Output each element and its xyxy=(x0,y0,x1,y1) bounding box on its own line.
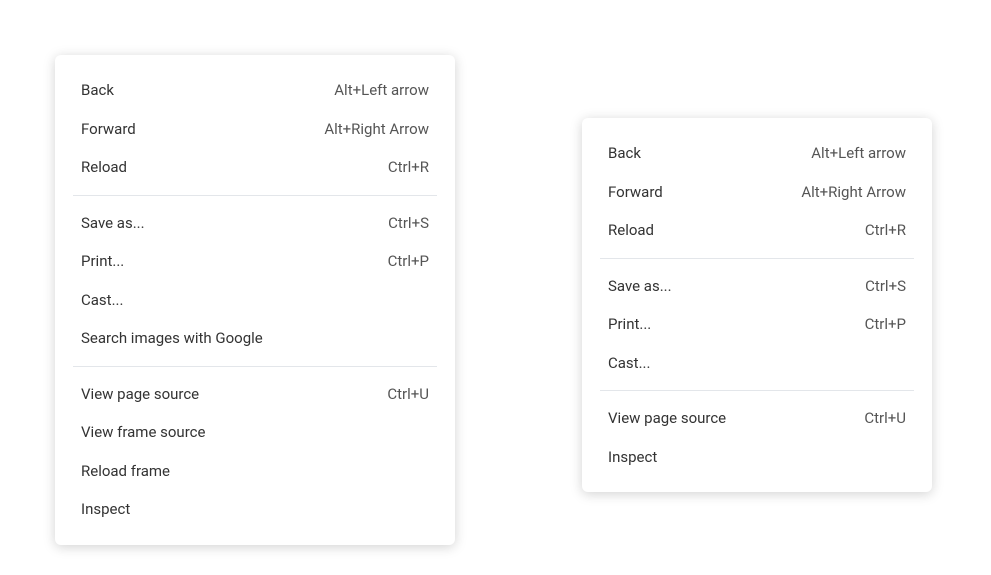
menu-item-back[interactable]: Back Alt+Left arrow xyxy=(582,134,932,173)
menu-item-view-page-source[interactable]: View page source Ctrl+U xyxy=(55,375,455,414)
menu-item-shortcut: Ctrl+P xyxy=(388,250,429,273)
menu-item-save-as[interactable]: Save as... Ctrl+S xyxy=(55,204,455,243)
menu-item-shortcut: Alt+Right Arrow xyxy=(801,181,906,204)
menu-divider xyxy=(73,195,437,196)
menu-divider xyxy=(73,366,437,367)
menu-item-shortcut: Alt+Left arrow xyxy=(334,79,429,102)
menu-item-shortcut: Ctrl+R xyxy=(388,156,429,179)
menu-item-shortcut: Ctrl+U xyxy=(864,407,906,430)
menu-item-label: View page source xyxy=(81,383,199,406)
menu-item-cast[interactable]: Cast... xyxy=(582,344,932,383)
menu-item-reload[interactable]: Reload Ctrl+R xyxy=(582,211,932,250)
menu-item-shortcut: Ctrl+S xyxy=(388,212,429,235)
context-menu-iframe: Back Alt+Left arrow Forward Alt+Right Ar… xyxy=(55,55,455,545)
menu-item-label: Reload frame xyxy=(81,460,170,483)
menu-item-shortcut: Ctrl+U xyxy=(387,383,429,406)
menu-item-shortcut: Ctrl+P xyxy=(865,313,906,336)
menu-item-label: Save as... xyxy=(81,212,145,235)
menu-item-label: Forward xyxy=(608,181,663,204)
menu-divider xyxy=(600,390,914,391)
menu-item-label: Back xyxy=(608,142,641,165)
menu-item-view-page-source[interactable]: View page source Ctrl+U xyxy=(582,399,932,438)
menu-item-label: Print... xyxy=(608,313,651,336)
menu-item-inspect[interactable]: Inspect xyxy=(582,438,932,477)
menu-item-search-images[interactable]: Search images with Google xyxy=(55,319,455,358)
menu-item-label: Back xyxy=(81,79,114,102)
menu-item-print[interactable]: Print... Ctrl+P xyxy=(55,242,455,281)
menu-item-label: Reload xyxy=(608,219,654,242)
menu-item-label: Cast... xyxy=(608,352,650,375)
context-menu-page: Back Alt+Left arrow Forward Alt+Right Ar… xyxy=(582,118,932,492)
menu-item-cast[interactable]: Cast... xyxy=(55,281,455,320)
menu-item-label: Save as... xyxy=(608,275,672,298)
menu-item-reload-frame[interactable]: Reload frame xyxy=(55,452,455,491)
menu-item-label: Inspect xyxy=(608,446,657,469)
menu-item-forward[interactable]: Forward Alt+Right Arrow xyxy=(55,110,455,149)
menu-item-save-as[interactable]: Save as... Ctrl+S xyxy=(582,267,932,306)
menu-item-label: Reload xyxy=(81,156,127,179)
menu-item-reload[interactable]: Reload Ctrl+R xyxy=(55,148,455,187)
menu-item-shortcut: Alt+Left arrow xyxy=(811,142,906,165)
menu-item-shortcut: Alt+Right Arrow xyxy=(324,118,429,141)
menu-item-shortcut: Ctrl+S xyxy=(865,275,906,298)
menu-item-label: Inspect xyxy=(81,498,130,521)
menu-item-print[interactable]: Print... Ctrl+P xyxy=(582,305,932,344)
menu-divider xyxy=(600,258,914,259)
menu-item-label: View page source xyxy=(608,407,726,430)
menu-item-back[interactable]: Back Alt+Left arrow xyxy=(55,71,455,110)
menu-item-label: View frame source xyxy=(81,421,205,444)
menu-item-forward[interactable]: Forward Alt+Right Arrow xyxy=(582,173,932,212)
menu-item-label: Forward xyxy=(81,118,136,141)
menu-item-shortcut: Ctrl+R xyxy=(865,219,906,242)
menu-item-label: Search images with Google xyxy=(81,327,263,350)
menu-item-view-frame-source[interactable]: View frame source xyxy=(55,413,455,452)
menu-item-label: Print... xyxy=(81,250,124,273)
menu-item-label: Cast... xyxy=(81,289,123,312)
menu-item-inspect[interactable]: Inspect xyxy=(55,490,455,529)
